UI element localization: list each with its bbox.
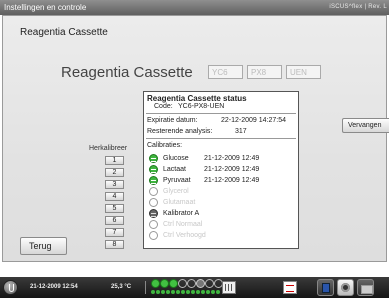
cassette-title: Reagentia Cassette [61, 64, 193, 81]
taskbar-datetime: 21-12-2009 12:54 [30, 284, 78, 290]
cassette-slot-icon [205, 279, 214, 288]
calibration-date: 21-12-2009 12:49 [204, 155, 260, 162]
calibration-row-pyruvaat: Pyruvaat 21-12-2009 12:49 [149, 175, 297, 186]
vial-indicator-icon [176, 290, 180, 294]
vial-indicator-icon [161, 290, 165, 294]
taskbar-temperature: 25,3 °C [111, 284, 132, 290]
title-bar: Instellingen en controle iSCUS^flex | Re… [0, 0, 389, 15]
calibration-row-glucose: Glucose 21-12-2009 12:49 [149, 153, 297, 164]
recalibrate-label: Herkalibreer [89, 145, 128, 152]
recalibrate-button-1[interactable]: 1 [105, 156, 124, 165]
divider [145, 281, 146, 294]
status-title: Reagentia Cassette status [147, 94, 247, 103]
expiry-label: Expiratie datum: [147, 117, 198, 124]
cassette-slot-icon [151, 279, 160, 288]
calibration-row-kalibrator-a: Kalibrator A [149, 208, 297, 219]
vial-indicator-icon [216, 290, 220, 294]
screen: Instellingen en controle iSCUS^flex | Re… [0, 0, 389, 298]
cassette-slot-icon [169, 279, 178, 288]
page-heading: Reagentia Cassette [20, 27, 108, 38]
calibration-name: Kalibrator A [163, 210, 200, 217]
cassette-slot-icon [187, 279, 196, 288]
remaining-value: 317 [235, 128, 247, 135]
code-label: Code: [154, 103, 173, 110]
code-box-2: PX8 [247, 65, 282, 79]
recalibrate-button-4[interactable]: 4 [105, 192, 124, 201]
calibration-name: Ctrl Normaal [163, 221, 203, 228]
vial-indicator-icon [181, 290, 185, 294]
calibration-row-glutamaat: Glutamaat [149, 197, 297, 208]
calibration-date: 21-12-2009 12:49 [204, 166, 260, 173]
back-button[interactable]: Terug [20, 237, 67, 255]
recalibrate-button-5[interactable]: 5 [105, 204, 124, 213]
recalibrate-button-6[interactable]: 6 [105, 216, 124, 225]
calibration-name: Glutamaat [163, 199, 196, 206]
calibrated-status-icon [149, 154, 158, 163]
vial-indicator-icon [201, 290, 205, 294]
recalibrate-button-7[interactable]: 7 [105, 228, 124, 237]
brand-logo: iSCUS^flex | Rev. L [329, 4, 387, 10]
separator [146, 138, 296, 139]
calibration-date: 21-12-2009 12:49 [204, 177, 260, 184]
empty-status-icon [149, 187, 158, 196]
cassette-status-panel: Reagentia Cassette status Code: YC6-PX8-… [143, 91, 299, 249]
recalibrate-button-8[interactable]: 8 [105, 240, 124, 249]
replace-button[interactable]: Vervangen [342, 118, 389, 133]
empty-status-icon [149, 220, 158, 229]
cassette-slot-icon [160, 279, 169, 288]
calibration-row-lactaat: Lactaat 21-12-2009 12:49 [149, 164, 297, 175]
cassette-slot-icon [196, 279, 205, 288]
code-value: YC6-PX8-UEN [178, 103, 225, 110]
export-icon[interactable] [317, 279, 334, 296]
calibrator-status-icon [149, 209, 158, 218]
cassette-slot-icon [178, 279, 187, 288]
code-box-3: UEN [286, 65, 321, 79]
vial-indicator-icon [196, 290, 200, 294]
power-icon[interactable] [3, 280, 18, 295]
vial-indicator-icon [171, 290, 175, 294]
calibration-name: Glycerol [163, 188, 189, 195]
recalibrate-button-3[interactable]: 3 [105, 180, 124, 189]
calibration-name: Glucose [163, 155, 189, 162]
calibration-row-ctrl-normaal: Ctrl Normaal [149, 219, 297, 230]
vial-indicator-icon [166, 290, 170, 294]
separator [146, 113, 296, 114]
calibration-name: Pyruvaat [163, 177, 191, 184]
vial-indicator-icon [211, 290, 215, 294]
gear-icon[interactable] [337, 279, 354, 296]
folder-icon[interactable] [357, 279, 374, 296]
recalibrate-button-2[interactable]: 2 [105, 168, 124, 177]
expiry-value: 22-12-2009 14:27:54 [221, 117, 286, 124]
window-title: Instellingen en controle [4, 3, 87, 12]
calibration-row-ctrl-verhoogd: Ctrl Verhoogd [149, 230, 297, 241]
remaining-label: Resterende analysis: [147, 128, 213, 135]
calibrated-status-icon [149, 176, 158, 185]
taskbar: 21-12-2009 12:54 25,3 °C [0, 277, 389, 298]
grid-icon[interactable] [222, 281, 236, 294]
calibration-row-glycerol: Glycerol [149, 186, 297, 197]
vial-indicator-icon [186, 290, 190, 294]
vial-indicator-icon [191, 290, 195, 294]
vial-indicator-icon [156, 290, 160, 294]
calibrations-label: Calibraties: [147, 142, 183, 149]
code-box-1: YC6 [208, 65, 243, 79]
empty-status-icon [149, 198, 158, 207]
calibration-name: Ctrl Verhoogd [163, 232, 206, 239]
empty-status-icon [149, 231, 158, 240]
calibration-name: Lactaat [163, 166, 186, 173]
vial-indicator-icon [151, 290, 155, 294]
document-icon[interactable] [283, 281, 297, 294]
vial-indicator-icon [206, 290, 210, 294]
calibrated-status-icon [149, 165, 158, 174]
